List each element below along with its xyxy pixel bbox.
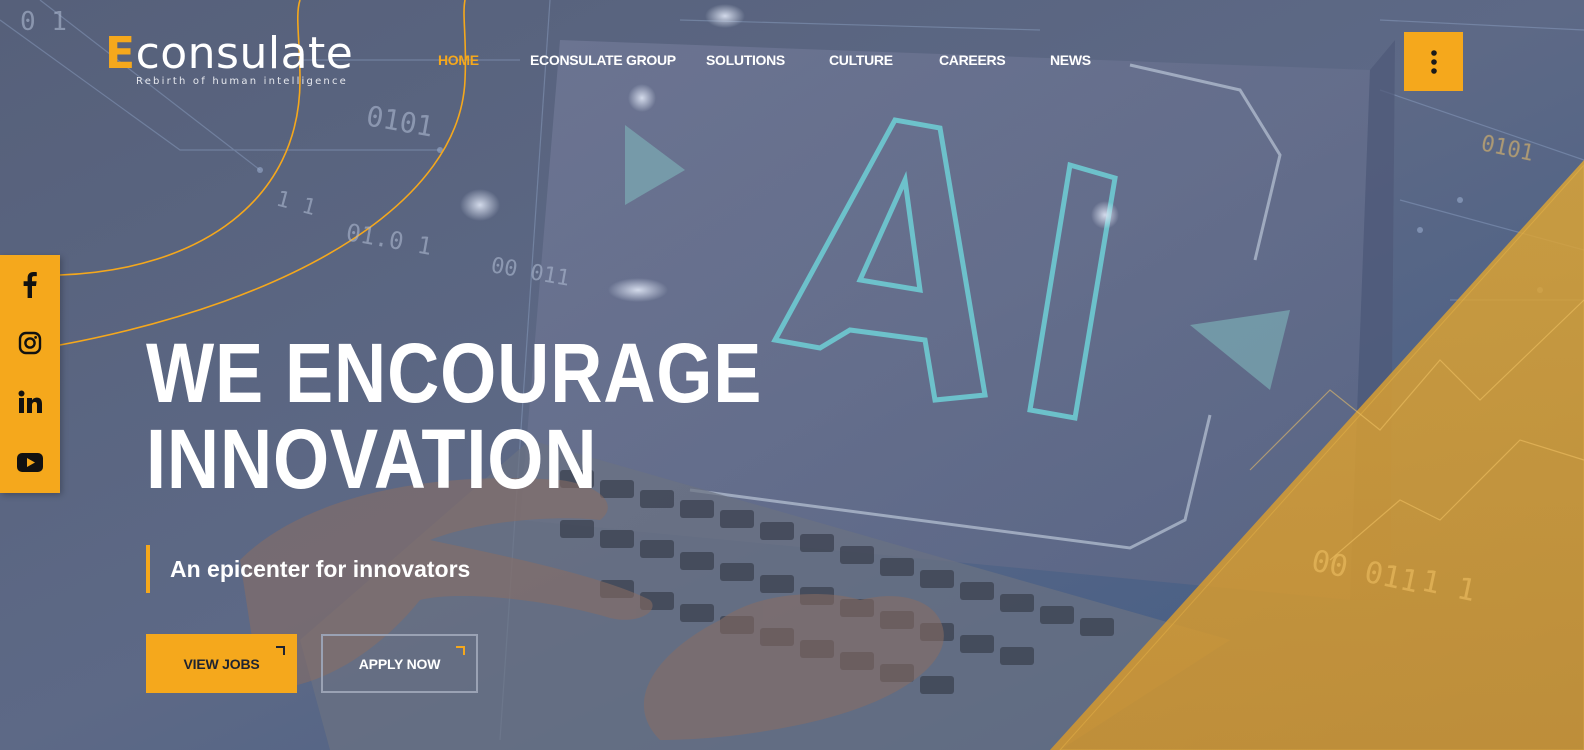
logo[interactable]: Econsulate Rebirth of human intelligence [105, 30, 365, 92]
hero-headline: WE ENCOURAGE INNOVATION [146, 326, 763, 506]
nav-item-solutions[interactable]: SOLUTIONS [706, 52, 785, 68]
logo-rest: consulate [135, 28, 354, 79]
vertical-dots-icon [1430, 49, 1437, 74]
hero-section: 0 1 0101 1 1 01.0 1 00 011 0101 1 1 00 0… [0, 0, 1584, 750]
nav-item-econsulate-group[interactable]: ECONSULATE GROUP [530, 52, 676, 68]
linkedin-icon [18, 390, 42, 413]
nav-item-careers[interactable]: CAREERS [939, 52, 1006, 68]
social-link-facebook[interactable] [0, 265, 60, 305]
corner-accent-icon [276, 646, 285, 655]
hero-headline-line-2: INNOVATION [146, 412, 598, 506]
menu-button[interactable] [1404, 32, 1463, 91]
social-link-instagram[interactable] [0, 323, 60, 363]
social-link-youtube[interactable] [0, 442, 60, 482]
facebook-icon [23, 272, 37, 298]
hero-subline-text: An epicenter for innovators [170, 555, 471, 582]
view-jobs-label: VIEW JOBS [183, 655, 260, 672]
logo-first-letter: E [105, 28, 136, 79]
hero-headline-line-1: WE ENCOURAGE [146, 326, 763, 420]
view-jobs-button[interactable]: VIEW JOBS [146, 634, 297, 693]
social-links-bar [0, 255, 60, 493]
nav-item-news[interactable]: NEWS [1050, 52, 1091, 68]
logo-wordmark: Econsulate [105, 30, 365, 78]
logo-tagline: Rebirth of human intelligence [136, 76, 349, 87]
apply-now-label: APPLY NOW [358, 655, 441, 672]
nav-item-culture[interactable]: CULTURE [829, 52, 893, 68]
corner-accent-icon [456, 646, 465, 655]
youtube-icon [17, 452, 43, 472]
binary-text-1: 0 1 [20, 7, 67, 37]
apply-now-button[interactable]: APPLY NOW [321, 634, 478, 693]
nav-item-home[interactable]: HOME [438, 52, 479, 68]
social-link-linkedin[interactable] [0, 382, 60, 422]
instagram-icon [18, 331, 42, 355]
hero-subline: An epicenter for innovators [146, 545, 470, 593]
